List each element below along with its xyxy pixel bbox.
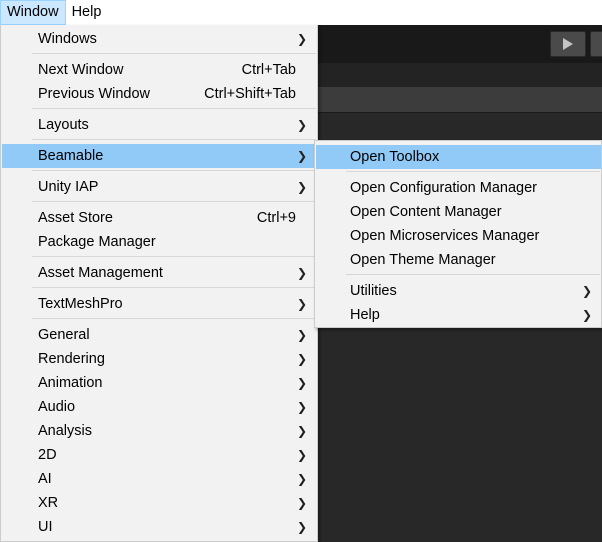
submenu-item-open-toolbox[interactable]: Open Toolbox <box>316 145 601 169</box>
chevron-right-icon: ❯ <box>296 297 307 311</box>
submenu-item-open-theme-manager[interactable]: Open Theme Manager <box>316 248 601 272</box>
menu-item-unity-iap[interactable]: Unity IAP ❯ <box>2 175 316 199</box>
menu-separator <box>32 201 316 202</box>
menu-separator <box>32 108 316 109</box>
menu-item-label: Asset Store <box>38 210 113 226</box>
menu-item-label: Rendering <box>38 351 105 367</box>
play-icon <box>563 38 573 50</box>
editor-header-strip <box>318 87 602 113</box>
menu-item-windows[interactable]: Windows ❯ <box>2 27 316 51</box>
menu-item-next-window[interactable]: Next Window Ctrl+Tab <box>2 58 316 82</box>
chevron-right-icon: ❯ <box>296 118 307 132</box>
menu-item-label: Beamable <box>38 148 104 164</box>
menu-item-audio[interactable]: Audio ❯ <box>2 395 316 419</box>
menu-item-label: Analysis <box>38 423 92 439</box>
submenu-item-help[interactable]: Help ❯ <box>316 303 601 327</box>
menu-item-label: Previous Window <box>38 86 151 102</box>
menu-item-label: Unity IAP <box>38 179 99 195</box>
menu-item-package-manager[interactable]: Package Manager <box>2 230 316 254</box>
chevron-right-icon: ❯ <box>296 180 307 194</box>
menu-item-ai[interactable]: AI ❯ <box>2 467 316 491</box>
menu-item-asset-management[interactable]: Asset Management ❯ <box>2 261 316 285</box>
menu-item-xr[interactable]: XR ❯ <box>2 491 316 515</box>
menu-item-label: UI <box>38 519 53 535</box>
menu-item-label: Help <box>350 307 380 323</box>
menu-item-label: AI <box>38 471 52 487</box>
menu-item-2d[interactable]: 2D ❯ <box>2 443 316 467</box>
chevron-right-icon: ❯ <box>581 308 592 322</box>
menubar-window[interactable]: Window <box>0 0 66 25</box>
submenu-item-open-microservices-manager[interactable]: Open Microservices Manager <box>316 224 601 248</box>
chevron-right-icon: ❯ <box>581 284 592 298</box>
menubar-help[interactable]: Help <box>66 0 108 25</box>
menu-separator <box>346 171 600 172</box>
menu-item-textmeshpro[interactable]: TextMeshPro ❯ <box>2 292 316 316</box>
menu-item-analysis[interactable]: Analysis ❯ <box>2 419 316 443</box>
chevron-right-icon: ❯ <box>296 448 307 462</box>
menu-item-label: Open Microservices Manager <box>350 228 540 244</box>
menu-item-label: TextMeshPro <box>38 296 123 312</box>
beamable-submenu: Open Toolbox Open Configuration Manager … <box>314 140 602 328</box>
menu-separator <box>32 139 316 140</box>
chevron-right-icon: ❯ <box>296 149 307 163</box>
chevron-right-icon: ❯ <box>296 424 307 438</box>
menu-separator <box>32 287 316 288</box>
menu-separator <box>346 274 600 275</box>
window-menu: Windows ❯ Next Window Ctrl+Tab Previous … <box>0 25 318 542</box>
menu-item-label: 2D <box>38 447 57 463</box>
editor-toolbar <box>318 25 602 63</box>
chevron-right-icon: ❯ <box>296 32 307 46</box>
menu-item-label: Open Theme Manager <box>350 252 496 268</box>
editor-tab-strip <box>318 63 602 87</box>
chevron-right-icon: ❯ <box>296 520 307 534</box>
play-button[interactable] <box>550 31 586 57</box>
chevron-right-icon: ❯ <box>296 352 307 366</box>
menu-item-animation[interactable]: Animation ❯ <box>2 371 316 395</box>
menu-item-label: Open Configuration Manager <box>350 180 538 196</box>
menu-item-shortcut: Ctrl+9 <box>256 210 296 226</box>
menu-item-ui[interactable]: UI ❯ <box>2 515 316 539</box>
menu-item-label: Next Window <box>38 62 124 78</box>
menu-item-asset-store[interactable]: Asset Store Ctrl+9 <box>2 206 316 230</box>
chevron-right-icon: ❯ <box>296 328 307 342</box>
menu-separator <box>32 53 316 54</box>
menu-item-rendering[interactable]: Rendering ❯ <box>2 347 316 371</box>
menu-item-beamable[interactable]: Beamable ❯ <box>2 144 316 168</box>
menu-bar: Window Help <box>0 0 602 25</box>
menu-item-label: Layouts <box>38 117 89 133</box>
menu-item-label: XR <box>38 495 59 511</box>
menu-item-shortcut: Ctrl+Tab <box>241 62 296 78</box>
menu-item-general[interactable]: General ❯ <box>2 323 316 347</box>
menu-item-label: Open Toolbox <box>350 149 440 165</box>
menu-separator <box>32 256 316 257</box>
menu-separator <box>32 170 316 171</box>
menu-item-label: Animation <box>38 375 103 391</box>
menu-item-label: General <box>38 327 90 343</box>
menu-item-label: Audio <box>38 399 76 415</box>
submenu-item-utilities[interactable]: Utilities ❯ <box>316 279 601 303</box>
chevron-right-icon: ❯ <box>296 496 307 510</box>
menu-item-shortcut: Ctrl+Shift+Tab <box>204 86 296 102</box>
chevron-right-icon: ❯ <box>296 266 307 280</box>
pause-button[interactable] <box>590 31 602 57</box>
menu-item-label: Package Manager <box>38 234 156 250</box>
menu-item-label: Utilities <box>350 283 397 299</box>
menu-item-label: Open Content Manager <box>350 204 502 220</box>
chevron-right-icon: ❯ <box>296 376 307 390</box>
menu-separator <box>32 318 316 319</box>
menu-item-label: Asset Management <box>38 265 163 281</box>
submenu-item-open-configuration-manager[interactable]: Open Configuration Manager <box>316 176 601 200</box>
menu-item-previous-window[interactable]: Previous Window Ctrl+Shift+Tab <box>2 82 316 106</box>
chevron-right-icon: ❯ <box>296 472 307 486</box>
chevron-right-icon: ❯ <box>296 400 307 414</box>
menu-item-label: Windows <box>38 31 97 47</box>
menu-item-layouts[interactable]: Layouts ❯ <box>2 113 316 137</box>
submenu-item-open-content-manager[interactable]: Open Content Manager <box>316 200 601 224</box>
